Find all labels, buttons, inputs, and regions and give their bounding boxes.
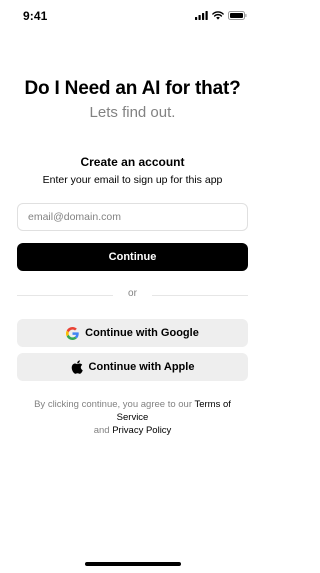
- privacy-policy-link[interactable]: Privacy Policy: [112, 425, 171, 436]
- email-field[interactable]: [17, 203, 248, 231]
- or-divider: or: [17, 288, 248, 299]
- divider-line-right: [152, 295, 248, 296]
- apple-button-label: Continue with Apple: [88, 361, 195, 373]
- terms-prefix: By clicking continue, you agree to our: [34, 399, 192, 410]
- continue-with-apple-button[interactable]: Continue with Apple: [17, 353, 248, 381]
- google-icon: [66, 326, 79, 340]
- status-bar: 9:41: [0, 0, 265, 34]
- create-account-description: Enter your email to sign up for this app: [42, 174, 223, 186]
- page-subtitle: Lets find out.: [89, 104, 176, 121]
- wifi-icon: [212, 11, 224, 20]
- battery-icon: [228, 11, 247, 20]
- terms-conjunction: and: [93, 425, 110, 436]
- status-time: 9:41: [23, 9, 48, 23]
- cellular-signal-icon: [195, 11, 208, 20]
- continue-button[interactable]: Continue: [17, 243, 248, 271]
- continue-button-label: Continue: [108, 251, 157, 263]
- continue-with-google-button[interactable]: Continue with Google: [17, 319, 248, 347]
- google-button-label: Continue with Google: [85, 327, 199, 339]
- status-icons: [195, 11, 247, 20]
- divider-label: or: [128, 288, 137, 299]
- home-indicator[interactable]: [85, 562, 181, 566]
- terms-notice: By clicking continue, you agree to our T…: [17, 398, 248, 437]
- page-title: Do I Need an AI for that?: [24, 78, 241, 99]
- apple-icon: [71, 360, 83, 374]
- create-account-heading: Create an account: [80, 155, 185, 169]
